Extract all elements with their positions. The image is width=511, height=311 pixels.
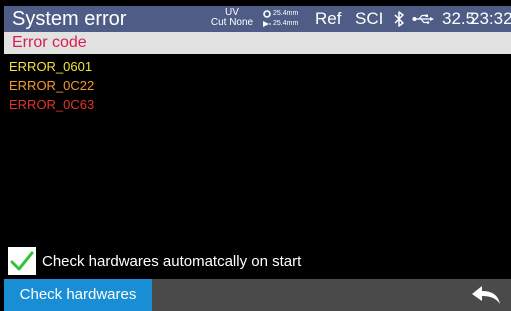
bluetooth-icon — [394, 11, 404, 27]
sci-label: SCI — [355, 9, 384, 28]
error-code-header: Error code — [4, 32, 511, 54]
page-title: System error — [12, 8, 127, 30]
screen: System error UV Cut None 25.4mm 25.4mm R… — [0, 0, 511, 311]
clock: 23:32 — [470, 9, 511, 28]
fiber-top-value: 25.4mm — [273, 10, 299, 17]
fiber-bottom-value: 25.4mm — [273, 20, 299, 27]
checkmark-icon — [10, 251, 34, 271]
fiber-row-bottom: 25.4mm — [263, 19, 298, 29]
error-item: ERROR_0C22 — [9, 78, 95, 93]
check-hardwares-button[interactable]: Check hardwares — [4, 279, 152, 311]
error-item: ERROR_0601 — [9, 59, 93, 74]
ref-label: Ref — [315, 9, 342, 28]
error-code-label: Error code — [12, 34, 87, 51]
status-bar: System error UV Cut None 25.4mm 25.4mm R… — [4, 6, 511, 32]
auto-check-label: Check hardwares automatcally on start — [42, 253, 302, 270]
bottom-toolbar: Check hardwares — [4, 279, 511, 311]
usb-icon — [412, 14, 434, 24]
auto-check-checkbox[interactable] — [8, 247, 36, 275]
fiber-clamp-icon — [263, 10, 271, 18]
fiber-length-status: 25.4mm 25.4mm — [263, 9, 298, 29]
auto-check-row: Check hardwares automatcally on start — [4, 245, 511, 277]
back-arrow-icon — [472, 286, 500, 304]
fiber-row-top: 25.4mm — [263, 9, 298, 19]
uv-status: UV Cut None — [207, 8, 257, 28]
error-item: ERROR_0C63 — [9, 97, 95, 112]
back-button[interactable] — [470, 285, 502, 305]
fiber-arrow-icon — [263, 21, 271, 27]
cut-label: Cut None — [210, 17, 254, 28]
